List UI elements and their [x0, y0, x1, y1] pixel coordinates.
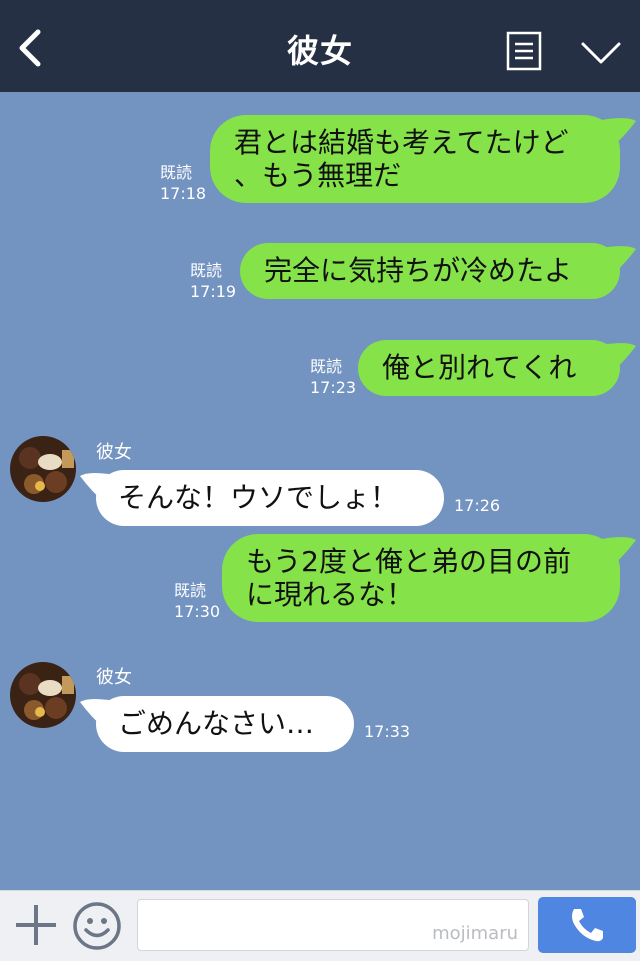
message-meta: 既読 17:23: [310, 356, 356, 398]
avatar-image: [10, 662, 76, 728]
sender-name: 彼女: [96, 442, 132, 463]
message-text-line: 、もう無理だ: [234, 159, 402, 192]
outgoing-message: 君とは結婚も考えてたけど 、もう無理だ: [210, 115, 636, 203]
smile-icon[interactable]: [72, 901, 122, 951]
menu-icon[interactable]: [506, 31, 542, 71]
message-time: 17:30: [174, 602, 221, 621]
message-bubble[interactable]: ごめんなさい…: [80, 696, 354, 752]
message-time: 17:33: [364, 722, 411, 741]
outgoing-message: 完全に気持ちが冷めたよ: [240, 243, 636, 299]
message-text-line: もう2度と俺と弟の目の前: [246, 545, 571, 578]
read-receipt: 既読: [174, 581, 207, 600]
message-meta: 既読 17:18: [160, 162, 206, 204]
phone-icon: [572, 909, 603, 942]
watermark: mojimaru: [432, 923, 518, 944]
message-time: 17:26: [454, 496, 501, 515]
input-bar: mojimaru: [0, 890, 640, 961]
chevron-down-icon[interactable]: [580, 40, 622, 66]
message-text-line: に現れるな！: [246, 578, 415, 611]
message-meta: 既読 17:19: [190, 260, 236, 302]
message-bubble[interactable]: 君とは結婚も考えてたけど 、もう無理だ: [210, 115, 636, 203]
message-text-line: 俺と別れてくれ: [382, 351, 577, 384]
message-input[interactable]: mojimaru: [137, 899, 529, 951]
outgoing-message: もう2度と俺と弟の目の前 に現れるな！: [222, 534, 636, 622]
message-bubble[interactable]: もう2度と俺と弟の目の前 に現れるな！: [222, 534, 636, 622]
avatar-image: [10, 436, 76, 502]
message-time: 17:23: [310, 378, 357, 397]
message-text-line: 完全に気持ちが冷めたよ: [264, 254, 573, 287]
message-time: 17:19: [190, 282, 237, 301]
read-receipt: 既読: [160, 163, 193, 182]
sender-name: 彼女: [96, 667, 132, 688]
message-bubble[interactable]: そんな！ウソでしょ！: [80, 470, 444, 526]
message-time: 17:18: [160, 184, 207, 203]
outgoing-message: 俺と別れてくれ: [358, 340, 636, 396]
chat-header: 彼女: [0, 0, 640, 92]
message-text: ごめんなさい…: [118, 707, 315, 740]
avatar[interactable]: [10, 436, 76, 502]
read-receipt: 既読: [310, 357, 343, 376]
message-bubble[interactable]: 完全に気持ちが冷めたよ: [240, 243, 636, 299]
message-meta: 既読 17:30: [174, 580, 220, 622]
read-receipt: 既読: [190, 261, 223, 280]
plus-icon[interactable]: [14, 903, 58, 947]
message-bubble[interactable]: 俺と別れてくれ: [358, 340, 636, 396]
call-button[interactable]: [538, 897, 636, 953]
message-text-line: 君とは結婚も考えてたけど: [234, 126, 569, 159]
chat-title: 彼女: [286, 32, 353, 70]
avatar[interactable]: [10, 662, 76, 728]
message-text: そんな！ウソでしょ！: [118, 481, 399, 514]
